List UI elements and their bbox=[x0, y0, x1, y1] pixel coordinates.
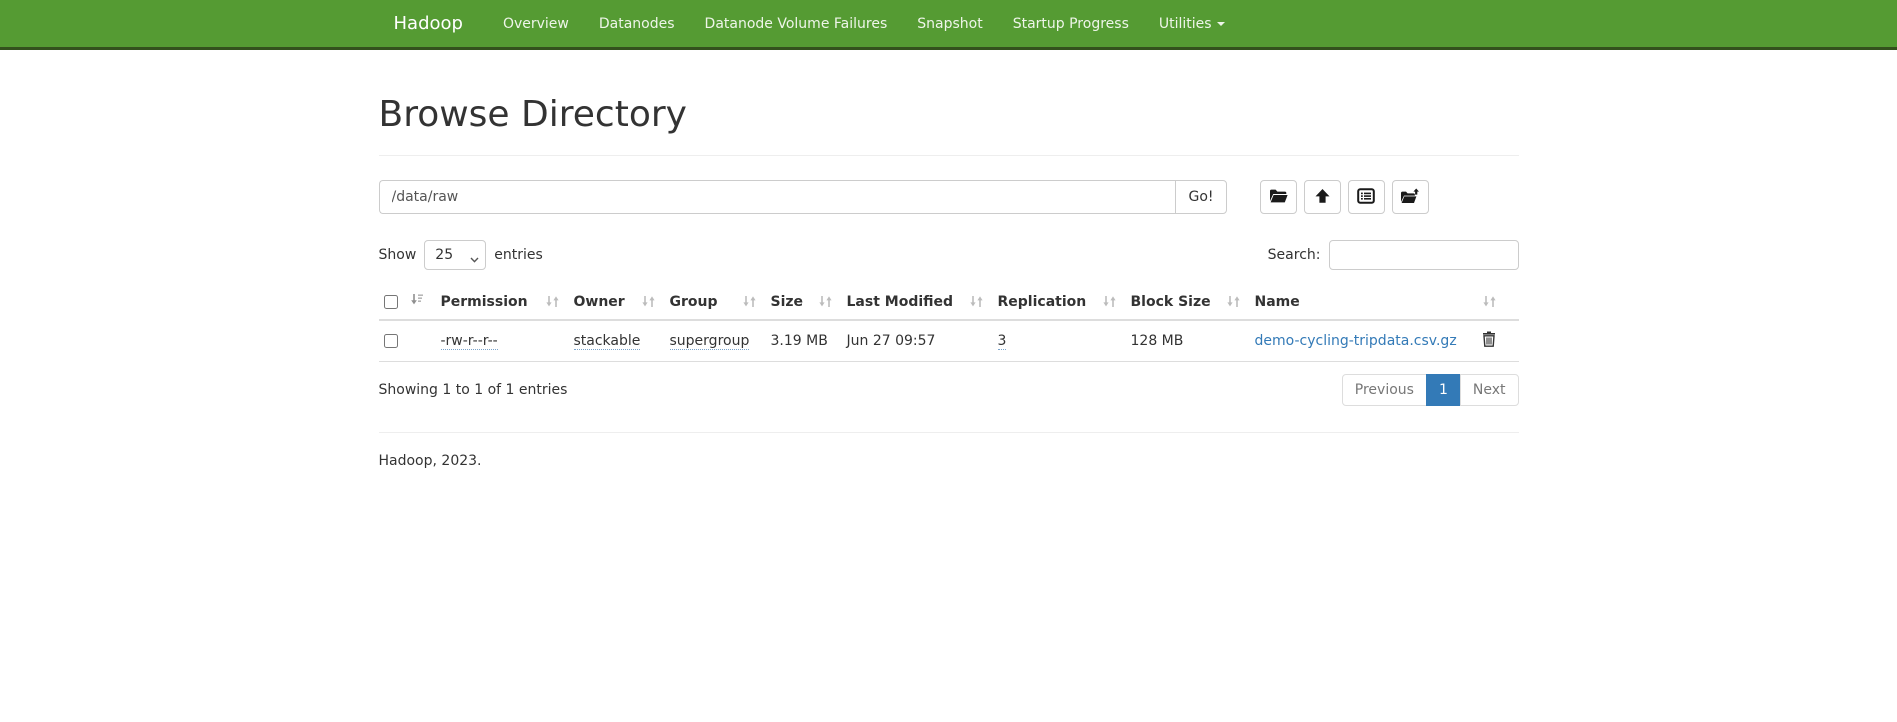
sort-both-icon bbox=[1482, 295, 1497, 312]
size-value: 3.19 MB bbox=[771, 333, 828, 349]
directory-path-input[interactable] bbox=[379, 180, 1176, 214]
footer-text: Hadoop, 2023. bbox=[379, 453, 1519, 469]
folder-upload-icon bbox=[1400, 188, 1420, 207]
header-permission[interactable]: Permission bbox=[441, 284, 574, 320]
page-length-control: Show 25 entries bbox=[379, 240, 543, 270]
pagination: Previous 1 Next bbox=[1342, 374, 1519, 406]
header-replication[interactable]: Replication bbox=[998, 284, 1131, 320]
page-length-select[interactable]: 25 bbox=[424, 240, 486, 270]
nav-dropdown-utilities[interactable]: Utilities bbox=[1144, 0, 1240, 47]
sort-both-icon bbox=[545, 295, 560, 312]
header-select-all[interactable] bbox=[379, 284, 441, 320]
header-group[interactable]: Group bbox=[670, 284, 771, 320]
sort-both-icon bbox=[1102, 295, 1117, 312]
upload-arrow-icon bbox=[1314, 188, 1331, 207]
owner-value[interactable]: stackable bbox=[574, 333, 641, 350]
sort-both-icon bbox=[969, 295, 984, 312]
file-actions-toolbar bbox=[1260, 180, 1429, 214]
nav-dropdown-utilities-label: Utilities bbox=[1159, 16, 1212, 32]
header-name-label: Name bbox=[1255, 294, 1300, 310]
nav-item-datanode-volume-failures[interactable]: Datanode Volume Failures bbox=[690, 0, 903, 47]
file-listing-table: Permission Owner Group bbox=[379, 284, 1519, 362]
replication-value[interactable]: 3 bbox=[998, 333, 1007, 350]
nav-item-snapshot[interactable]: Snapshot bbox=[902, 0, 997, 47]
search-label: Search: bbox=[1268, 247, 1321, 263]
table-controls: Show 25 entries Search: bbox=[379, 240, 1519, 270]
table-row: -rw-r--r-- stackable supergroup 3.19 MB … bbox=[379, 320, 1519, 362]
search-control: Search: bbox=[1268, 240, 1519, 270]
header-group-label: Group bbox=[670, 294, 718, 310]
sort-both-icon bbox=[1226, 295, 1241, 312]
header-replication-label: Replication bbox=[998, 294, 1087, 310]
top-navbar: Hadoop Overview Datanodes Datanode Volum… bbox=[0, 0, 1897, 50]
header-size-label: Size bbox=[771, 294, 804, 310]
details-view-button[interactable] bbox=[1348, 180, 1385, 214]
path-input-group: Go! bbox=[379, 180, 1227, 214]
open-folder-icon bbox=[1269, 188, 1288, 207]
pagination-page-1[interactable]: 1 bbox=[1427, 374, 1461, 406]
nav-item-datanodes[interactable]: Datanodes bbox=[584, 0, 690, 47]
header-last-modified-label: Last Modified bbox=[847, 294, 954, 310]
entries-info: Showing 1 to 1 of 1 entries bbox=[379, 382, 568, 398]
upload-file-button[interactable] bbox=[1304, 180, 1341, 214]
page-title: Browse Directory bbox=[379, 94, 1519, 135]
group-value[interactable]: supergroup bbox=[670, 333, 750, 350]
title-divider bbox=[379, 155, 1519, 156]
list-alt-icon bbox=[1357, 188, 1375, 207]
main-content: Browse Directory Go! bbox=[364, 94, 1534, 469]
header-last-modified[interactable]: Last Modified bbox=[847, 284, 998, 320]
delete-file-button[interactable] bbox=[1482, 331, 1496, 350]
block-size-value: 128 MB bbox=[1131, 333, 1184, 349]
header-size[interactable]: Size bbox=[771, 284, 847, 320]
nav-item-overview[interactable]: Overview bbox=[488, 0, 584, 47]
entries-label: entries bbox=[494, 247, 543, 263]
trash-icon bbox=[1482, 335, 1496, 350]
footer-divider bbox=[379, 432, 1519, 433]
last-modified-value: Jun 27 09:57 bbox=[847, 333, 936, 349]
header-owner[interactable]: Owner bbox=[574, 284, 670, 320]
sort-asc-icon bbox=[410, 294, 424, 310]
sort-both-icon bbox=[742, 295, 757, 312]
table-header-row: Permission Owner Group bbox=[379, 284, 1519, 320]
file-name-link[interactable]: demo-cycling-tripdata.csv.gz bbox=[1255, 333, 1457, 349]
permission-value[interactable]: -rw-r--r-- bbox=[441, 333, 498, 350]
go-button[interactable]: Go! bbox=[1175, 180, 1226, 214]
header-owner-label: Owner bbox=[574, 294, 625, 310]
pagination-previous[interactable]: Previous bbox=[1342, 374, 1427, 406]
table-footer: Showing 1 to 1 of 1 entries Previous 1 N… bbox=[379, 374, 1519, 406]
sort-both-icon bbox=[818, 295, 833, 312]
folder-upload-button[interactable] bbox=[1392, 180, 1429, 214]
nav-item-startup-progress[interactable]: Startup Progress bbox=[998, 0, 1144, 47]
brand-hadoop[interactable]: Hadoop bbox=[379, 0, 478, 47]
header-block-size[interactable]: Block Size bbox=[1131, 284, 1255, 320]
show-label: Show bbox=[379, 247, 417, 263]
sort-both-icon bbox=[641, 295, 656, 312]
select-all-checkbox[interactable] bbox=[384, 295, 398, 309]
search-input[interactable] bbox=[1329, 240, 1519, 270]
path-bar: Go! bbox=[379, 180, 1519, 214]
header-name[interactable]: Name bbox=[1255, 284, 1519, 320]
pagination-next[interactable]: Next bbox=[1461, 374, 1519, 406]
header-block-size-label: Block Size bbox=[1131, 294, 1211, 310]
header-permission-label: Permission bbox=[441, 294, 528, 310]
row-checkbox[interactable] bbox=[384, 334, 398, 348]
create-directory-button[interactable] bbox=[1260, 180, 1297, 214]
navbar-menu: Overview Datanodes Datanode Volume Failu… bbox=[488, 0, 1240, 47]
caret-down-icon bbox=[1217, 22, 1225, 26]
